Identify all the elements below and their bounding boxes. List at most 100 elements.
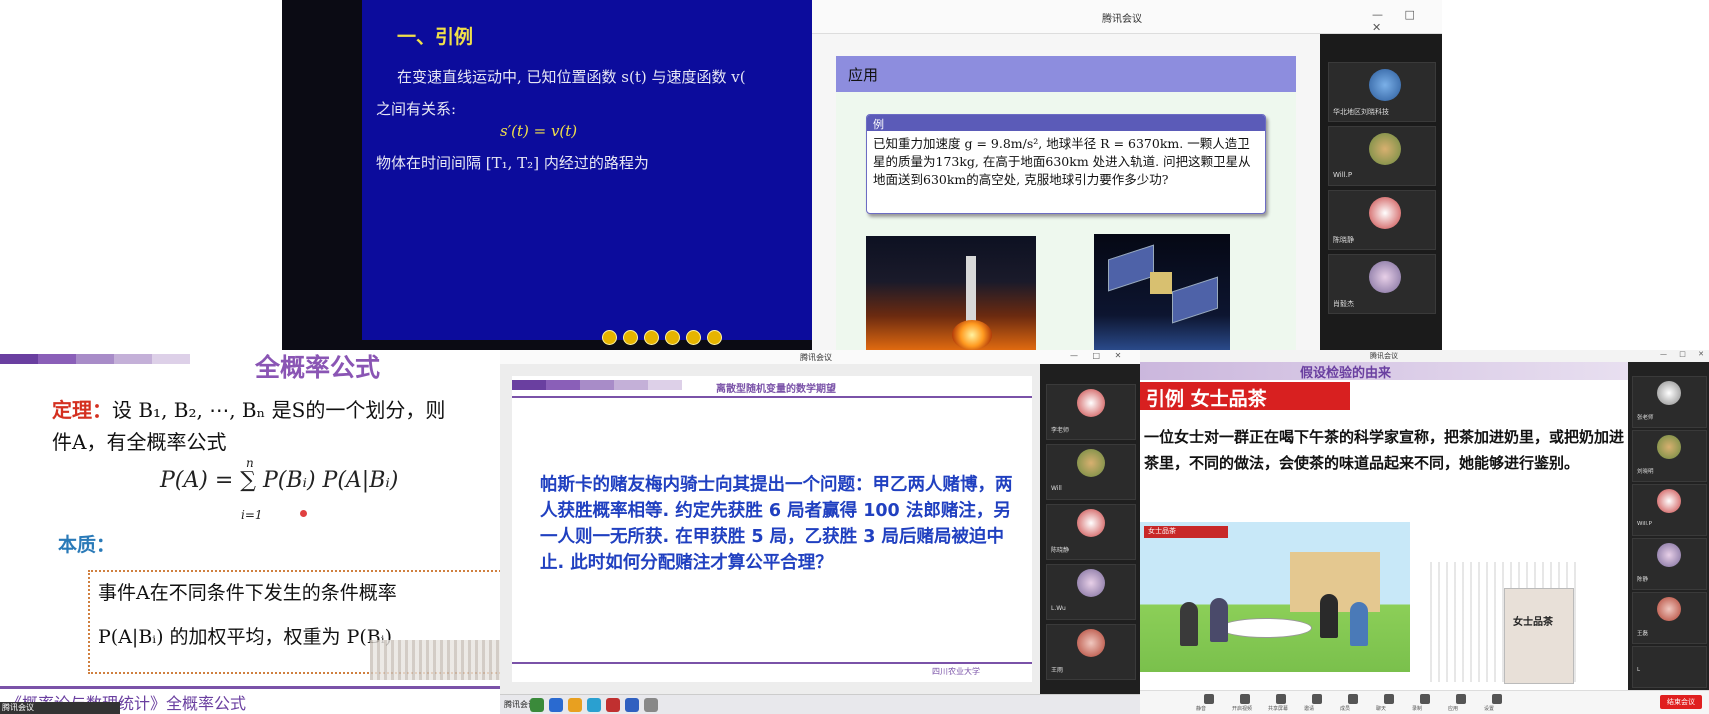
- app-icon[interactable]: [625, 698, 639, 712]
- nav-back-button[interactable]: [644, 330, 659, 345]
- decorative-bars: [512, 380, 682, 390]
- settings-button[interactable]: 设置: [1484, 694, 1506, 712]
- participant-name: 张老师: [1637, 415, 1654, 421]
- share-icon: [1276, 694, 1286, 704]
- avatar: [1077, 449, 1105, 477]
- window-titlebar: 腾讯会议 — □ ✕: [1140, 350, 1709, 362]
- app-icon[interactable]: [644, 698, 658, 712]
- essence-line-2: P(A|Bᵢ) 的加权平均，权重为 P(Bᵢ): [98, 626, 392, 648]
- window-controls[interactable]: — □ ✕: [1372, 8, 1442, 34]
- participant-tile[interactable]: L.Wu: [1046, 564, 1136, 620]
- window-controls[interactable]: — □ ✕: [1660, 350, 1709, 358]
- avatar: [1657, 597, 1681, 621]
- building-sketch-image: [370, 640, 500, 680]
- avatar: [1657, 381, 1681, 405]
- app-icon[interactable]: [530, 698, 544, 712]
- meeting-window-hypothesis: 腾讯会议 — □ ✕ 假设检验的由来 引例 女士品茶 一位女士对一群正在喝下午茶…: [1140, 350, 1709, 714]
- participant-tile[interactable]: 陈晓静: [1328, 190, 1436, 250]
- meeting-toolbar: 静音 开启视频 共享屏幕 邀请 成员 聊天 录制 应用 设置 结束会议: [1140, 690, 1709, 714]
- taskbar-label[interactable]: 腾讯会议: [0, 702, 120, 714]
- participant-tile[interactable]: 王磊: [1632, 592, 1707, 644]
- nav-end-button[interactable]: [707, 330, 722, 345]
- window-controls[interactable]: — □ ✕: [1070, 351, 1127, 360]
- slide-nav-buttons: [602, 330, 722, 346]
- nav-prev-button[interactable]: [623, 330, 638, 345]
- participant-tile[interactable]: L: [1632, 646, 1707, 688]
- total-probability-formula: P(A) = ∑ P(Bᵢ) P(A|Bᵢ): [160, 468, 399, 493]
- example-box: 例 已知重力加速度 g = 9.8m/s², 地球半径 R = 6370km. …: [866, 114, 1266, 214]
- video-button[interactable]: 开启视频: [1232, 694, 1254, 712]
- sum-lower-limit: i=1: [241, 508, 263, 522]
- participant-tile[interactable]: 陈晓静: [1046, 504, 1136, 560]
- avatar: [1657, 489, 1681, 513]
- slide-text-line-3: 物体在时间间隔 [T₁, T₂] 内经过的路程为: [376, 154, 649, 172]
- participant-name: 王磊: [1637, 631, 1649, 637]
- mute-button[interactable]: 静音: [1196, 694, 1218, 712]
- chat-button[interactable]: 聊天: [1376, 694, 1398, 712]
- slide-content: 一、引例 在变速直线运动中, 已知位置函数 s(t) 与速度函数 v( 之间有关…: [362, 0, 812, 340]
- app-icon[interactable]: [549, 698, 563, 712]
- tea-party-illustration: 女士品茶: [1140, 522, 1410, 672]
- book-title: 女士品茶: [1513, 617, 1553, 628]
- title-divider: [512, 396, 1032, 398]
- invite-button[interactable]: 邀请: [1304, 694, 1326, 712]
- avatar: [1077, 629, 1105, 657]
- participant-roster: 李老师 Will 陈晓静 L.Wu 王雨: [1040, 364, 1140, 694]
- nav-last-button[interactable]: [686, 330, 701, 345]
- record-icon: [1420, 694, 1430, 704]
- window-title: 腾讯会议: [1370, 352, 1398, 360]
- participant-tile[interactable]: Will: [1046, 444, 1136, 500]
- folder-icon[interactable]: [568, 698, 582, 712]
- microphone-icon: [1204, 694, 1214, 704]
- window-titlebar: 腾讯会议 — □ ✕: [500, 350, 1140, 364]
- record-button[interactable]: 录制: [1412, 694, 1434, 712]
- theorem-text: 设 B₁, B₂, ⋯, Bₙ 是S的一个划分，则: [112, 398, 446, 422]
- avatar: [1369, 261, 1401, 293]
- invite-icon: [1312, 694, 1322, 704]
- nav-next-button[interactable]: [665, 330, 680, 345]
- nav-first-button[interactable]: [602, 330, 617, 345]
- banner-text: 引例 女士品茶: [1146, 388, 1267, 410]
- participant-tile[interactable]: 张老师: [1632, 376, 1707, 428]
- university-logo: 四川农业大学: [932, 667, 980, 676]
- slide-application: 应用 例 已知重力加速度 g = 9.8m/s², 地球半径 R = 6370k…: [836, 56, 1296, 350]
- participant-roster: 张老师 刘晓明 Will.P 陈静 王磊 L: [1628, 362, 1709, 690]
- participant-name: 王雨: [1051, 667, 1064, 674]
- theorem-line-1: 定理：设 B₁, B₂, ⋯, Bₙ 是S的一个划分，则: [52, 394, 445, 423]
- laser-pointer-dot: [300, 510, 307, 517]
- participant-tile[interactable]: 刘晓明: [1632, 430, 1707, 482]
- slide-text-line-1: 在变速直线运动中, 已知位置函数 s(t) 与速度函数 v(: [397, 68, 746, 86]
- participant-name: 肖毅杰: [1333, 300, 1354, 308]
- participant-tile[interactable]: 王雨: [1046, 624, 1136, 680]
- participant-tile[interactable]: 陈静: [1632, 538, 1707, 590]
- members-button[interactable]: 成员: [1340, 694, 1362, 712]
- avatar: [1369, 133, 1401, 165]
- footer-divider: [512, 662, 1032, 664]
- footer-divider: [0, 686, 500, 689]
- rocket-launch-image: [866, 236, 1036, 350]
- participant-tile[interactable]: Will.P: [1328, 126, 1436, 186]
- end-meeting-button[interactable]: 结束会议: [1660, 695, 1702, 709]
- slide-title: 一、引例: [397, 26, 474, 48]
- camera-icon: [1240, 694, 1250, 704]
- share-screen-button[interactable]: 共享屏幕: [1268, 694, 1290, 712]
- apps-button[interactable]: 应用: [1448, 694, 1470, 712]
- meeting-window-expectation: 腾讯会议 — □ ✕ 离散型随机变量的数学期望 帕斯卡的赌友梅内骑士向其提出一个…: [500, 350, 1140, 714]
- avatar: [1077, 389, 1105, 417]
- members-icon: [1348, 694, 1358, 704]
- example-label: 例: [873, 118, 884, 131]
- participant-tile[interactable]: 肖毅杰: [1328, 254, 1436, 314]
- participant-name: 陈晓静: [1051, 547, 1070, 554]
- participant-tile[interactable]: 华北地区刘晓科技: [1328, 62, 1436, 122]
- slide-text-line-2: 之间有关系:: [376, 100, 457, 118]
- participant-name: Will.P: [1637, 521, 1652, 527]
- participant-name: L.Wu: [1051, 605, 1066, 612]
- app-icon[interactable]: [606, 698, 620, 712]
- banner: 引例 女士品茶: [1140, 382, 1350, 410]
- participant-tile[interactable]: Will.P: [1632, 484, 1707, 536]
- participant-tile[interactable]: 李老师: [1046, 384, 1136, 440]
- total-probability-slide: 全概率公式 定理：设 B₁, B₂, ⋯, Bₙ 是S的一个划分，则 件A，有全…: [0, 350, 500, 714]
- window-title: 腾讯会议: [800, 353, 832, 362]
- app-icon[interactable]: [587, 698, 601, 712]
- satellite-image: [1094, 234, 1230, 350]
